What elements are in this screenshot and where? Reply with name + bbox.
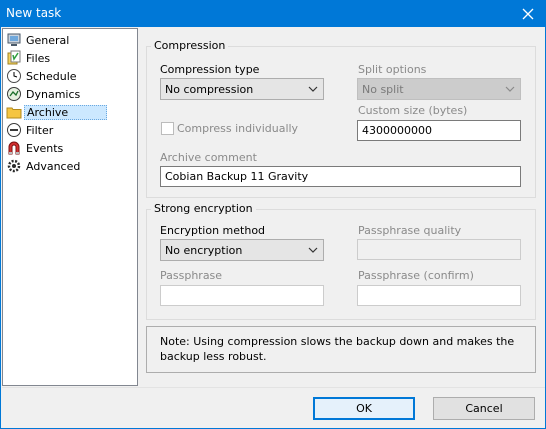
compression-type-value: No compression bbox=[165, 82, 254, 96]
archive-comment-field[interactable]: Cobian Backup 11 Gravity bbox=[160, 166, 521, 187]
note-text: Note: Using compression slows the backup… bbox=[160, 335, 515, 363]
clock-icon bbox=[6, 68, 22, 84]
sidebar-item-filter[interactable]: Filter bbox=[6, 121, 137, 139]
passphrase-field[interactable] bbox=[160, 285, 324, 306]
magnet-icon bbox=[6, 140, 22, 156]
sidebar-item-advanced[interactable]: Advanced bbox=[6, 157, 137, 175]
encryption-method-value: No encryption bbox=[165, 243, 243, 257]
split-options-select[interactable]: No split bbox=[357, 78, 521, 100]
footer-divider bbox=[2, 387, 545, 388]
filter-icon bbox=[6, 122, 22, 138]
archive-comment-label: Archive comment bbox=[160, 151, 257, 164]
custom-size-field[interactable]: 4300000000 bbox=[357, 120, 521, 141]
passphrase-confirm-field[interactable] bbox=[357, 285, 521, 306]
sidebar-item-files[interactable]: Files bbox=[6, 49, 137, 67]
split-options-label: Split options bbox=[358, 63, 427, 76]
archive-comment-value: Cobian Backup 11 Gravity bbox=[165, 170, 309, 183]
sidebar-item-label: Events bbox=[26, 141, 64, 155]
window-title: New task bbox=[6, 6, 62, 20]
chevron-down-icon bbox=[308, 86, 318, 92]
compression-type-select[interactable]: No compression bbox=[160, 78, 324, 100]
sidebar-item-general[interactable]: General bbox=[6, 31, 137, 49]
sidebar-item-label: Dynamics bbox=[26, 87, 81, 101]
new-task-dialog: New task General Files Schedule Dynamics… bbox=[0, 0, 546, 429]
ok-button[interactable]: OK bbox=[313, 397, 415, 420]
files-icon bbox=[6, 50, 22, 66]
sidebar-item-events[interactable]: Events bbox=[6, 139, 137, 157]
close-icon bbox=[522, 8, 534, 20]
passphrase-confirm-label: Passphrase (confirm) bbox=[358, 269, 474, 282]
sidebar-item-schedule[interactable]: Schedule bbox=[6, 67, 137, 85]
compression-type-label: Compression type bbox=[160, 63, 260, 76]
sidebar-item-archive[interactable]: Archive bbox=[6, 103, 137, 121]
close-button[interactable] bbox=[511, 1, 545, 27]
sidebar-item-dynamics[interactable]: Dynamics bbox=[6, 85, 137, 103]
sidebar-item-label: General bbox=[26, 33, 70, 47]
sidebar-item-label: Schedule bbox=[26, 69, 77, 83]
ok-button-label: OK bbox=[356, 402, 372, 415]
compress-individually-label: Compress individually bbox=[177, 122, 299, 135]
cancel-button[interactable]: Cancel bbox=[433, 397, 535, 420]
gear-icon bbox=[6, 158, 22, 174]
custom-size-value: 4300000000 bbox=[362, 124, 432, 137]
compression-group-title: Compression bbox=[151, 39, 229, 52]
compression-note: Note: Using compression slows the backup… bbox=[146, 326, 536, 373]
computer-icon bbox=[6, 32, 22, 48]
sidebar-item-label: Files bbox=[26, 51, 51, 65]
title-bar: New task bbox=[1, 1, 545, 27]
chevron-down-icon bbox=[505, 86, 515, 92]
passphrase-quality-bar bbox=[357, 239, 521, 260]
sidebar-item-label: Archive bbox=[24, 104, 108, 120]
sidebar: General Files Schedule Dynamics Archive bbox=[2, 28, 138, 386]
split-options-value: No split bbox=[362, 82, 404, 96]
cancel-button-label: Cancel bbox=[465, 402, 503, 415]
sidebar-item-label: Advanced bbox=[26, 159, 81, 173]
chevron-down-icon bbox=[308, 247, 318, 253]
custom-size-label: Custom size (bytes) bbox=[358, 104, 468, 117]
compress-individually-checkbox[interactable] bbox=[161, 122, 174, 135]
dynamics-icon bbox=[6, 86, 22, 102]
encryption-method-select[interactable]: No encryption bbox=[160, 239, 324, 261]
folder-icon bbox=[6, 104, 22, 120]
sidebar-item-label: Filter bbox=[26, 123, 54, 137]
encryption-group-title: Strong encryption bbox=[151, 202, 256, 215]
passphrase-quality-label: Passphrase quality bbox=[358, 224, 462, 237]
passphrase-label: Passphrase bbox=[160, 269, 223, 282]
encryption-method-label: Encryption method bbox=[160, 224, 266, 237]
